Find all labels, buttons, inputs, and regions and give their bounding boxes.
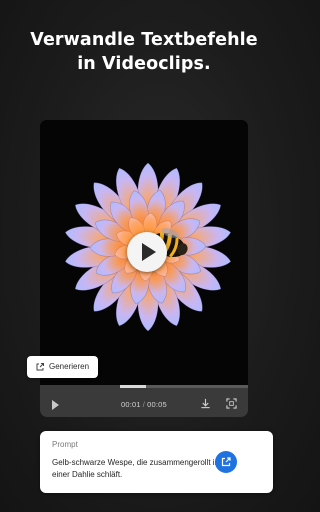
headline-line-2: in Videoclips.: [77, 54, 211, 74]
export-icon: [221, 457, 231, 467]
time-total: 00:05: [147, 400, 167, 409]
prompt-label: Prompt: [52, 440, 78, 449]
generate-button[interactable]: Generieren: [27, 356, 98, 378]
time-current: 00:01: [121, 400, 141, 409]
generate-button-label: Generieren: [49, 362, 90, 371]
headline: Verwandle Textbefehle in Videoclips.: [0, 28, 288, 76]
video-play-button[interactable]: [127, 232, 167, 272]
play-icon[interactable]: [52, 400, 59, 410]
player-controls: 00:01/00:05: [40, 385, 248, 417]
progress-fill: [120, 385, 146, 388]
time-display: 00:01/00:05: [121, 400, 167, 409]
progress-bar[interactable]: [120, 385, 248, 388]
download-icon[interactable]: [200, 398, 211, 409]
fullscreen-icon[interactable]: [226, 398, 237, 409]
prompt-text[interactable]: Gelb-schwarze Wespe, die zusammengerollt…: [52, 457, 222, 481]
headline-line-1: Verwandle Textbefehle: [30, 30, 258, 50]
prompt-card: Prompt Gelb-schwarze Wespe, die zusammen…: [40, 431, 273, 493]
export-icon: [36, 363, 44, 371]
prompt-send-button[interactable]: [215, 451, 237, 473]
time-separator: /: [142, 400, 146, 409]
